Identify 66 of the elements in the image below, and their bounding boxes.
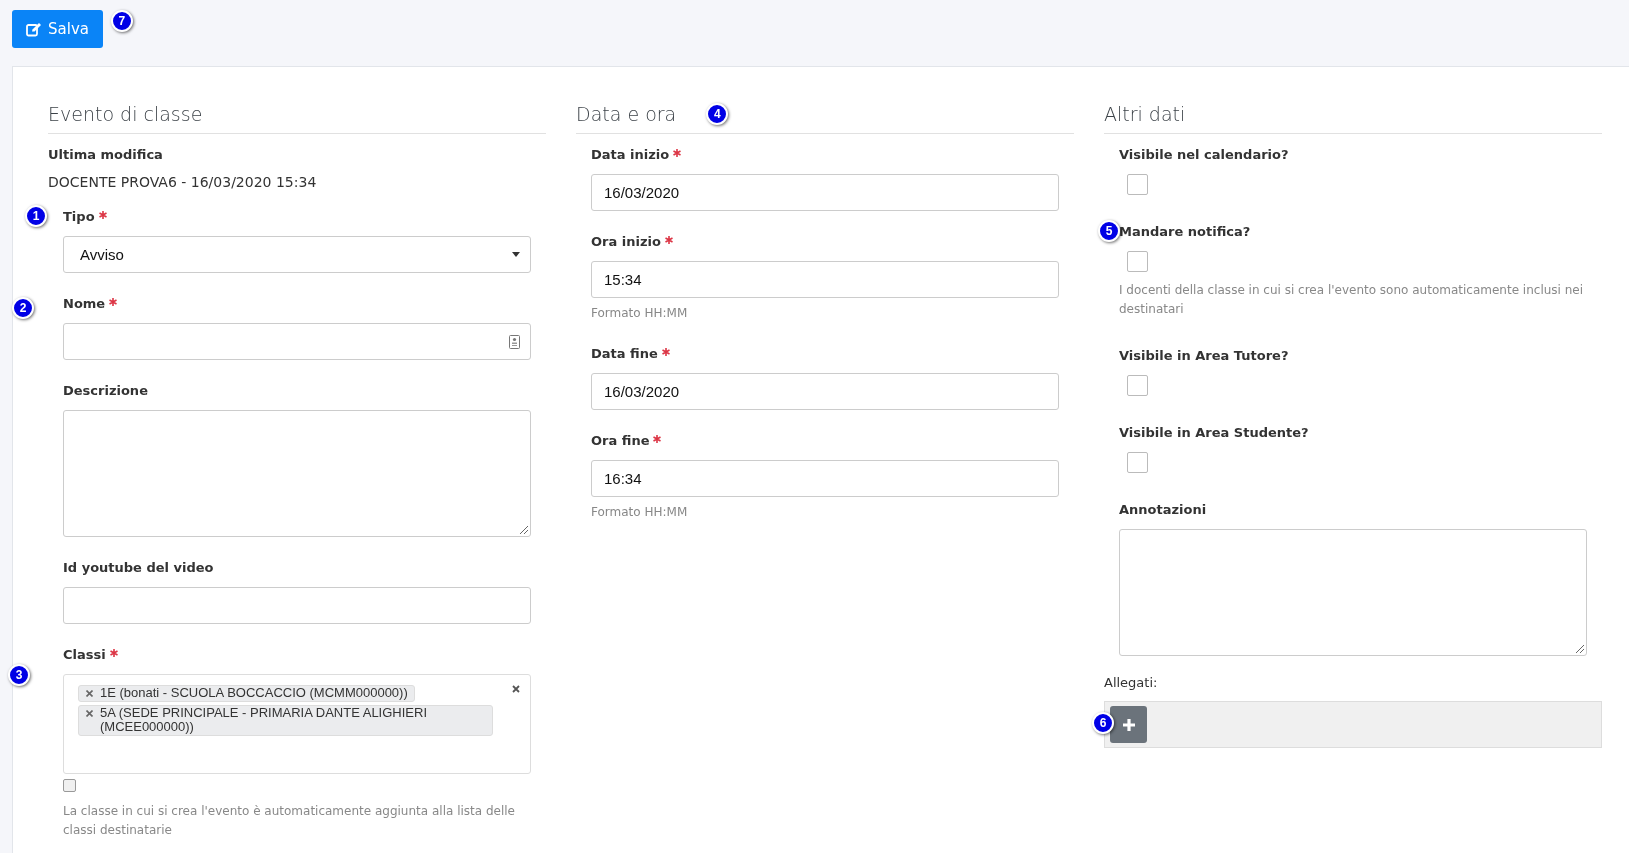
field-label: Allegati: <box>1104 674 1159 692</box>
help-text: I docenti della classe in cui si crea l'evento sono automaticamente inclusi nei destinatari <box>1119 282 1585 318</box>
checkbox[interactable] <box>1127 174 1148 195</box>
text-area[interactable] <box>1119 529 1587 656</box>
field-label: Id youtube del video <box>63 559 214 577</box>
field-label: Classi <box>63 646 106 664</box>
field-label: Ultima modifica <box>48 146 164 164</box>
remove-icon[interactable] <box>86 710 93 717</box>
required-icon <box>653 435 662 443</box>
section-title: Evento di classe <box>48 103 203 125</box>
class-tag[interactable]: 1E (bonati - SCUOLA BOCCACCIO (MCMM000000)) <box>78 685 415 702</box>
help-text: Formato HH:MM <box>591 305 689 322</box>
multi-select-field[interactable]: 1E (bonati - SCUOLA BOCCACCIO (MCMM000000)) 5A (SEDE PRINCIPALE - PRIMARIA DANTE ALIGHIERI (MCEE000000)) <box>63 674 531 774</box>
field-label: Visibile in Area Tutore? <box>1119 347 1290 365</box>
input-field[interactable]: 16/03/2020 <box>591 373 1059 410</box>
contact-card-icon <box>509 334 520 349</box>
edit-icon <box>26 21 42 37</box>
field-label: Tipo <box>63 208 95 226</box>
callout-marker: 1 <box>25 205 47 227</box>
help-text: La classe in cui si crea l'evento è automaticamente aggiunta alla lista delle classi destinatarie <box>63 803 516 839</box>
required-icon <box>673 149 682 157</box>
callout-marker: 4 <box>706 103 729 125</box>
section-title: Altri dati <box>1104 103 1186 125</box>
section-title: Data e ora <box>576 103 677 125</box>
required-icon <box>98 211 107 219</box>
help-text: Formato HH:MM <box>591 504 689 521</box>
field-label: Nome <box>63 295 106 313</box>
callout-marker: 5 <box>1098 220 1120 242</box>
callout-marker: 7 <box>110 10 133 32</box>
field-label: Mandare notifica? <box>1119 223 1252 241</box>
text-area[interactable] <box>63 410 531 537</box>
input-field[interactable]: 15:34 <box>591 261 1059 298</box>
caret-icon <box>512 252 520 257</box>
checkbox[interactable] <box>1127 375 1148 396</box>
input-field[interactable]: 16:34 <box>591 460 1059 497</box>
remove-icon[interactable] <box>86 690 93 697</box>
add-attachment-button[interactable] <box>1110 706 1147 743</box>
class-tag[interactable]: 5A (SEDE PRINCIPALE - PRIMARIA DANTE ALIGHIERI (MCEE000000)) <box>78 705 493 736</box>
field-label: Ora fine <box>591 432 650 450</box>
type-select[interactable]: Avviso <box>63 236 531 273</box>
checkbox[interactable] <box>1127 452 1148 473</box>
field-label: Data inizio <box>591 146 670 164</box>
field-label: Annotazioni <box>1119 501 1207 519</box>
field-value: DOCENTE PROVA6 - 16/03/2020 15:34 <box>48 174 318 190</box>
field-label: Descrizione <box>63 382 148 400</box>
checkbox[interactable] <box>63 779 76 792</box>
input-field[interactable] <box>63 587 531 624</box>
checkbox[interactable] <box>1127 251 1148 272</box>
field-label: Visibile in Area Studente? <box>1119 424 1310 442</box>
clear-icon[interactable] <box>512 685 520 693</box>
resize-grip-icon <box>520 526 528 534</box>
field-label: Data fine <box>591 345 658 363</box>
plus-icon <box>1121 717 1136 732</box>
resize-grip-icon <box>1576 645 1584 653</box>
required-icon <box>109 649 118 657</box>
required-icon <box>661 348 670 356</box>
required-icon <box>109 298 118 306</box>
input-field[interactable]: 16/03/2020 <box>591 174 1059 211</box>
field-label: Visibile nel calendario? <box>1119 146 1290 164</box>
field-label: Ora inizio <box>591 233 661 251</box>
input-field[interactable] <box>63 323 531 360</box>
required-icon <box>664 236 673 244</box>
callout-marker: 3 <box>8 664 30 686</box>
callout-marker: 2 <box>12 297 34 319</box>
callout-marker: 6 <box>1092 712 1114 734</box>
save-button[interactable]: Salva <box>12 10 103 48</box>
